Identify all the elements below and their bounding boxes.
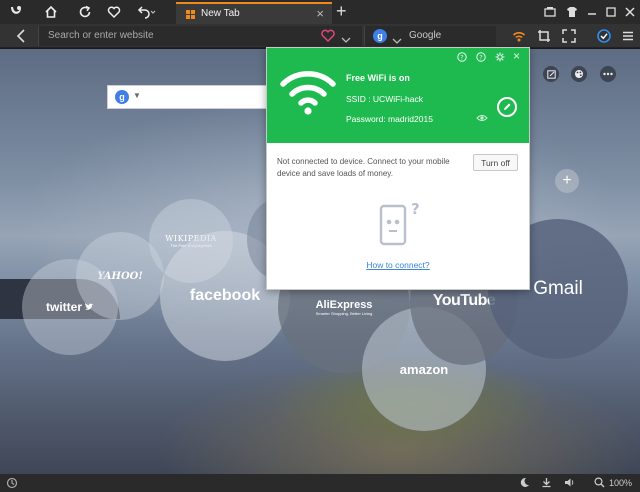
youtube-label: YouTube	[432, 292, 496, 309]
info-icon[interactable]: ?	[476, 52, 486, 64]
wifi-toolbar-icon[interactable]	[510, 26, 528, 46]
more-options-icon[interactable]	[600, 66, 616, 82]
wifi-ssid: SSID : UCWiFi-hack	[346, 94, 423, 104]
favorites-heart-icon[interactable]	[105, 2, 123, 22]
popup-close-button[interactable]: ×	[513, 49, 520, 63]
phone-question-icon: ?	[379, 200, 420, 246]
account-sync-icon[interactable]	[595, 26, 613, 46]
address-toolbar: Search or enter website g Google	[0, 24, 640, 48]
address-input-placeholder[interactable]: Search or enter website	[48, 30, 154, 41]
volume-icon[interactable]	[564, 477, 575, 491]
page-search-box[interactable]: g ▼	[107, 85, 273, 109]
new-tab-grid-icon	[186, 10, 195, 19]
maximize-icon[interactable]	[603, 2, 619, 22]
bookmark-heart-icon[interactable]	[321, 29, 335, 47]
amazon-label: amazon	[399, 361, 449, 377]
zoom-icon[interactable]	[594, 477, 605, 491]
settings-gear-icon[interactable]	[495, 52, 505, 64]
minimize-icon[interactable]	[584, 2, 600, 22]
facebook-label: facebook	[189, 287, 261, 304]
connection-message: Not connected to device. Connect to your…	[277, 157, 450, 178]
speed-dial-twitter[interactable]: twitter	[22, 259, 118, 355]
back-icon[interactable]	[12, 26, 30, 46]
wifi-signal-icon	[280, 71, 336, 115]
search-engine-box[interactable]: g Google	[364, 26, 496, 46]
svg-text:?: ?	[460, 54, 463, 62]
tab-title: New Tab	[201, 8, 240, 19]
show-password-eye-icon[interactable]	[476, 113, 488, 126]
tab-bar: New Tab × +	[0, 0, 640, 24]
reload-icon[interactable]	[76, 2, 94, 22]
aliexpress-label: AliExpress	[315, 298, 373, 311]
zoom-level[interactable]: 100%	[609, 478, 632, 488]
edit-wifi-pencil-icon[interactable]	[497, 97, 517, 117]
window-manager-icon[interactable]	[542, 2, 558, 22]
aliexpress-sublabel: Smarter Shopping, Better Living	[315, 310, 373, 316]
uc-logo-icon[interactable]	[6, 2, 26, 22]
main-menu-icon[interactable]	[619, 26, 637, 46]
status-bar: 100%	[0, 474, 640, 492]
search-engine-label[interactable]: Google	[409, 30, 441, 41]
window-close-icon[interactable]	[622, 2, 638, 22]
free-wifi-popup: ? ? × Free WiFi is on SSID : UCWiFi-hack…	[266, 47, 530, 290]
svg-text:?: ?	[479, 54, 482, 62]
status-left-icon[interactable]	[6, 477, 18, 492]
wifi-password: Password: madrid2015	[346, 114, 433, 124]
skin-shirt-icon[interactable]	[564, 2, 580, 22]
turn-off-button[interactable]: Turn off	[473, 154, 518, 171]
gmail-label: Gmail	[533, 278, 583, 299]
help-icon[interactable]: ?	[457, 52, 467, 64]
google-engine-icon[interactable]: g	[373, 29, 387, 43]
wifi-status-title: Free WiFi is on	[346, 73, 410, 83]
phone-question-mark: ?	[411, 200, 420, 218]
undo-closed-tab-icon[interactable]	[136, 2, 158, 22]
home-icon[interactable]	[42, 2, 60, 22]
tab-new-tab[interactable]: New Tab ×	[176, 2, 332, 24]
wallpaper-palette-icon[interactable]	[571, 66, 587, 82]
how-to-connect-link[interactable]: How to connect?	[267, 260, 529, 270]
tab-close-icon[interactable]: ×	[316, 6, 324, 21]
page-search-dropdown-icon[interactable]: ▼	[133, 91, 141, 100]
wifi-popup-header: ? ? × Free WiFi is on SSID : UCWiFi-hack…	[267, 48, 529, 143]
address-bar[interactable]: Search or enter website	[38, 26, 362, 46]
edit-page-icon[interactable]	[543, 66, 559, 82]
download-icon[interactable]	[541, 477, 552, 491]
add-site-button[interactable]: +	[555, 169, 579, 193]
twitter-bird-icon	[84, 298, 94, 316]
page-search-engine-icon[interactable]: g	[115, 90, 129, 104]
screenshot-crop-icon[interactable]	[535, 26, 553, 46]
new-tab-button[interactable]: +	[336, 1, 347, 22]
night-mode-moon-icon[interactable]	[519, 477, 530, 491]
fullscreen-icon[interactable]	[560, 26, 578, 46]
twitter-label: twitter	[46, 300, 82, 314]
